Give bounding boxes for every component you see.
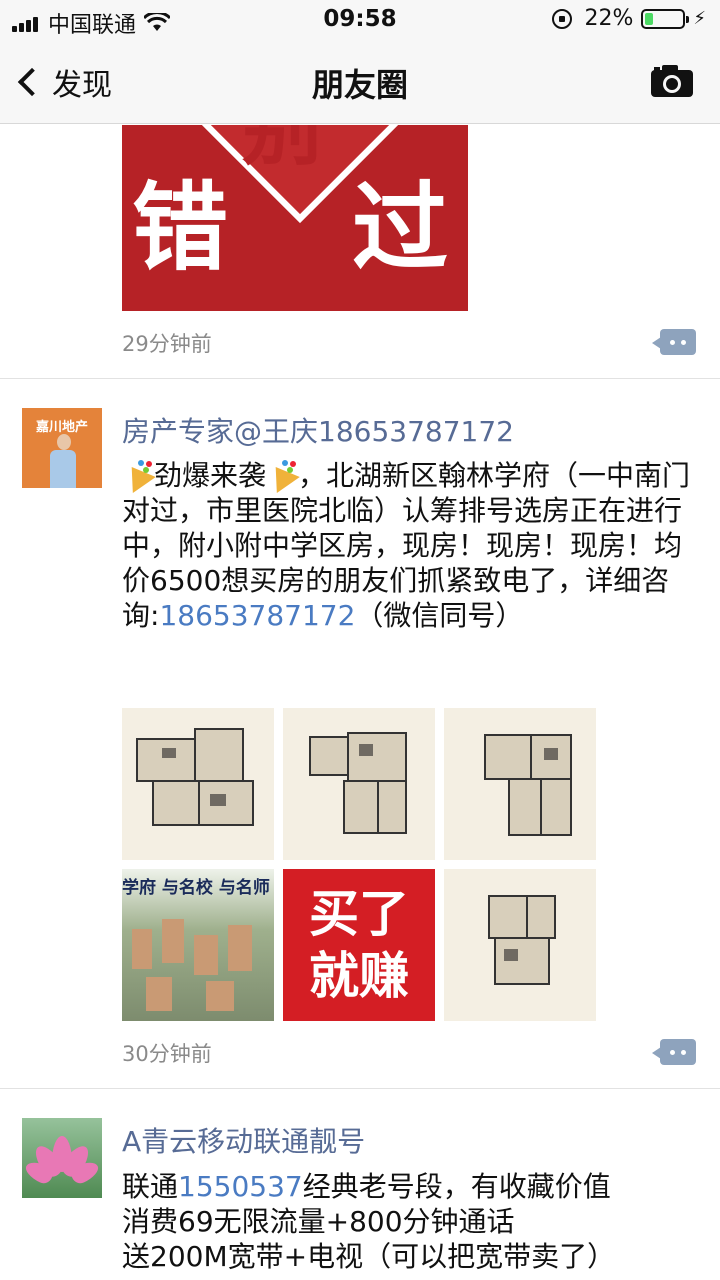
post-time: 30分钟前	[122, 1042, 212, 1066]
charging-icon: ⚡	[693, 8, 706, 29]
status-bar: 中国联通 09:58 22% ⚡	[0, 0, 720, 40]
post-image[interactable]: 别 错 过	[122, 125, 468, 311]
status-right: 22% ⚡	[552, 6, 706, 31]
number-link[interactable]: 1550537	[178, 1170, 303, 1203]
floor-plan-image[interactable]	[444, 869, 596, 1021]
aerial-caption: 学府 与名校 与名师	[122, 878, 270, 898]
post-author[interactable]: 房产专家@王庆18653787172	[122, 410, 514, 450]
moments-feed[interactable]: 别 错 过 29分钟前 嘉川地产 房产专家@王庆18653787172 劲爆来袭…	[0, 125, 720, 1280]
party-popper-icon	[266, 459, 298, 489]
comment-icon[interactable]	[652, 1039, 696, 1065]
page-title: 朋友圈	[311, 66, 408, 104]
battery-percent: 22%	[584, 6, 634, 31]
nav-bar: 发现 朋友圈	[0, 40, 720, 124]
promo-line: 买了	[309, 885, 409, 943]
post-author[interactable]: A青云移动联通靓号	[122, 1120, 365, 1160]
floor-plan-image[interactable]	[122, 708, 274, 860]
post-text: 联通1550537经典老号段，有收藏价值 消费69无限流量+800分钟通话 送2…	[122, 1170, 616, 1273]
avatar[interactable]	[22, 1118, 102, 1198]
avatar[interactable]: 嘉川地产	[22, 408, 102, 488]
promo-image[interactable]: 买了 就赚	[283, 869, 435, 1021]
battery-icon	[641, 8, 690, 29]
promo-line: 就赚	[309, 947, 409, 1005]
battery-fill	[645, 12, 654, 25]
floor-plan-image[interactable]	[283, 708, 435, 860]
image-char: 错	[132, 172, 228, 284]
comment-icon[interactable]	[652, 329, 696, 355]
camera-icon[interactable]	[650, 64, 694, 98]
post-time: 29分钟前	[122, 332, 212, 356]
party-popper-icon	[122, 459, 154, 489]
image-char: 过	[352, 172, 448, 284]
post-divider	[0, 1088, 720, 1089]
avatar-banner: 嘉川地产	[35, 420, 88, 435]
image-char: 别	[242, 125, 322, 176]
floor-plan-image[interactable]	[444, 708, 596, 860]
post-text: 劲爆来袭 ，北湖新区翰林学府（一中南门对过，市里医院北临）认筹排号选房正在进行中，…	[122, 459, 691, 632]
orientation-lock-icon	[552, 8, 573, 29]
post-divider	[0, 378, 720, 379]
aerial-view-image[interactable]: 学府 与名校 与名师	[122, 869, 274, 1021]
phone-link[interactable]: 18653787172	[159, 599, 355, 632]
